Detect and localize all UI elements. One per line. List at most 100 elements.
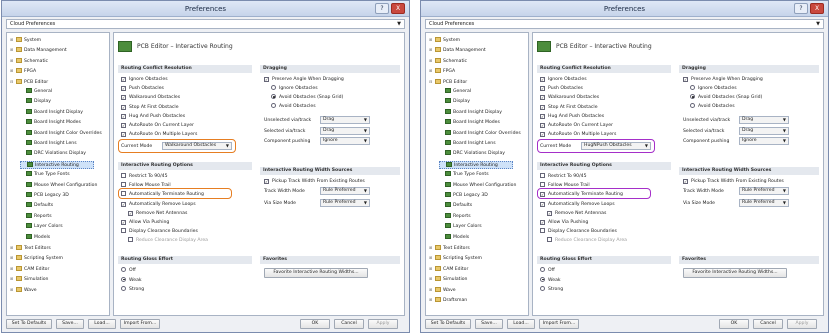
help-button[interactable]: ?: [375, 3, 389, 14]
tree-folder-item[interactable]: ⊞ Simulation: [429, 275, 467, 283]
tree-page-item[interactable]: Board Insight Modes: [439, 119, 500, 127]
checkbox-pickup-track-width-from-existing-routes[interactable]: ✓ Pickup Track Width From Existing Routes: [264, 178, 365, 185]
checkbox-unchecked-icon[interactable]: [121, 182, 126, 188]
checkbox-checked-icon[interactable]: ✓: [540, 86, 545, 92]
checkbox-autoroute-on-current-layer[interactable]: ✓ AutoRoute On Current Layer: [540, 122, 613, 129]
tree-folder-item[interactable]: ⊞ Simulation: [10, 275, 48, 283]
radio-unselected-icon[interactable]: [690, 103, 695, 109]
tree-page-item[interactable]: Models: [439, 233, 469, 242]
tree-folder-item[interactable]: ⊟ PCB Editor: [429, 78, 467, 86]
tree-page-item[interactable]: True Type Fonts: [439, 171, 489, 179]
checkbox-checked-icon[interactable]: ✓: [121, 86, 126, 92]
tree-folder-item[interactable]: ⊞ System: [10, 36, 41, 44]
tree-folder-item[interactable]: ⊞ Scripting System: [10, 254, 63, 262]
tree-page-item[interactable]: Board Insight Modes: [20, 119, 81, 127]
checkbox-checked-icon[interactable]: ✓: [121, 104, 126, 110]
checkbox-display-clearance-boundaries[interactable]: Display Clearance Boundaries: [540, 228, 617, 235]
checkbox-follow-mouse-trail[interactable]: Follow Mouse Trail: [121, 182, 171, 189]
radio-unselected-icon[interactable]: [540, 267, 545, 272]
checkbox-push-obstacles[interactable]: ✓ Push Obstacles: [121, 85, 164, 92]
tree-folder-item[interactable]: ⊞ Schematic: [10, 57, 48, 65]
checkbox-automatically-remove-loops[interactable]: ✓ Automatically Remove Loops: [540, 201, 615, 208]
favorite-widths-button[interactable]: Favorite Interactive Routing Widths...: [264, 268, 368, 278]
tree-page-item[interactable]: Display: [439, 98, 470, 106]
checkbox-remove-net-antennas[interactable]: ✓ Remove Net Antennas: [128, 210, 187, 217]
preset-select[interactable]: Cloud Preferences ▼: [6, 19, 405, 29]
checkbox-stop-at-first-obstacle[interactable]: ✓ Stop At First Obstacle: [121, 104, 179, 111]
radio-selected-icon[interactable]: [121, 276, 126, 282]
checkbox-checked-icon[interactable]: ✓: [121, 220, 126, 225]
ok-button[interactable]: OK: [719, 319, 749, 329]
tree-folder-item[interactable]: ⊞ System: [429, 36, 460, 44]
help-button[interactable]: ?: [794, 3, 808, 14]
radio-selected-icon[interactable]: [690, 94, 695, 100]
checkbox-preserve-angle-when-dragging[interactable]: ✓ Preserve Angle When Dragging: [264, 76, 344, 83]
tree-page-item[interactable]: General: [20, 88, 52, 96]
preferences-tree[interactable]: ⊞ System ⊞ Data Management ⊞ Schematic ⊞ FPGA ⊟ P…: [6, 32, 110, 316]
radio-strong[interactable]: Strong: [121, 286, 144, 293]
radio-unselected-icon[interactable]: [271, 103, 276, 109]
preset-select[interactable]: Cloud Preferences ▼: [425, 19, 824, 29]
checkbox-follow-mouse-trail[interactable]: Follow Mouse Trail: [540, 182, 590, 189]
checkbox-checked-icon[interactable]: ✓: [264, 77, 269, 82]
radio-unselected-icon[interactable]: [121, 286, 126, 291]
checkbox-autoroute-on-multiple-layers[interactable]: ✓ AutoRoute On Multiple Layers: [540, 131, 616, 138]
checkbox-checked-icon[interactable]: ✓: [128, 210, 133, 216]
tree-page-item[interactable]: PCB Legacy 3D: [20, 192, 69, 200]
tree-folder-item[interactable]: ⊟ PCB Editor: [10, 78, 48, 86]
checkbox-checked-icon[interactable]: ✓: [121, 123, 126, 128]
checkbox-checked-icon[interactable]: ✓: [540, 220, 545, 225]
close-button[interactable]: X: [391, 3, 405, 14]
tree-folder-item[interactable]: ⊞ Scripting System: [429, 254, 482, 262]
radio-weak[interactable]: Weak: [540, 276, 561, 284]
checkbox-checked-icon[interactable]: ✓: [540, 192, 545, 198]
checkbox-automatically-terminate-routing[interactable]: Automatically Terminate Routing: [121, 191, 204, 198]
tree-folder-item[interactable]: ⊞ Draftsman: [429, 296, 467, 304]
checkbox-preserve-angle-when-dragging[interactable]: ✓ Preserve Angle When Dragging: [683, 76, 763, 83]
field-select[interactable]: Drag ▼: [739, 126, 789, 135]
checkbox-checked-icon[interactable]: ✓: [540, 95, 545, 101]
apply-button[interactable]: Apply: [787, 319, 817, 329]
radio-strong[interactable]: Strong: [540, 286, 563, 293]
radio-unselected-icon[interactable]: [690, 85, 695, 90]
import-from-button[interactable]: Import From...: [539, 319, 579, 329]
tree-page-item[interactable]: Mouse Wheel Configuration: [20, 181, 97, 190]
tree-folder-item[interactable]: ⊞ CAM Editor: [10, 265, 49, 273]
checkbox-checked-icon[interactable]: ✓: [540, 123, 545, 128]
load-button[interactable]: Load...: [88, 319, 116, 329]
checkbox-stop-at-first-obstacle[interactable]: ✓ Stop At First Obstacle: [540, 104, 598, 111]
tree-page-item[interactable]: Reports: [20, 212, 52, 221]
checkbox-restrict-to-90-45[interactable]: Restrict To 90/45: [540, 173, 587, 180]
tree-page-item[interactable]: DRC Violations Display: [20, 150, 86, 158]
tree-page-item[interactable]: Mouse Wheel Configuration: [439, 181, 516, 190]
ok-button[interactable]: OK: [300, 319, 330, 329]
field-select[interactable]: Rule Preferred ▼: [739, 187, 789, 195]
checkbox-checked-icon[interactable]: ✓: [547, 210, 552, 216]
field-select[interactable]: Drag ▼: [320, 126, 370, 135]
checkbox-ignore-obstacles[interactable]: ✓ Ignore Obstacles: [121, 76, 168, 83]
tree-page-item[interactable]: Board Insight Lens: [439, 140, 496, 148]
checkbox-checked-icon[interactable]: ✓: [540, 113, 545, 119]
tree-folder-item[interactable]: ⊞ FPGA: [10, 67, 36, 75]
field-select[interactable]: Drag ▼: [320, 116, 370, 124]
field-select[interactable]: Drag ▼: [739, 116, 789, 124]
tree-folder-item[interactable]: ⊞ FPGA: [429, 67, 455, 75]
checkbox-automatically-terminate-routing[interactable]: ✓ Automatically Terminate Routing: [540, 191, 623, 198]
radio-selected-icon[interactable]: [540, 276, 545, 282]
tree-page-item[interactable]: Layer Colors: [20, 223, 63, 231]
checkbox-checked-icon[interactable]: ✓: [683, 77, 688, 82]
checkbox-checked-icon[interactable]: ✓: [683, 179, 688, 184]
tree-page-item[interactable]: Defaults: [20, 202, 53, 210]
checkbox-restrict-to-90-45[interactable]: Restrict To 90/45: [121, 173, 168, 180]
checkbox-automatically-remove-loops[interactable]: ✓ Automatically Remove Loops: [121, 201, 196, 208]
tree-folder-item[interactable]: ⊞ CAM Editor: [429, 265, 468, 273]
radio-off[interactable]: Off: [121, 267, 136, 274]
checkbox-unchecked-icon[interactable]: [121, 228, 126, 234]
radio-weak[interactable]: Weak: [121, 276, 142, 284]
checkbox-unchecked-icon[interactable]: [121, 191, 126, 197]
radio-unselected-icon[interactable]: [271, 85, 276, 90]
tree-folder-item[interactable]: ⊞ Text Editors: [10, 244, 51, 252]
checkbox-reduce-clearance-display-area[interactable]: Reduce Clearance Display Area: [547, 237, 627, 244]
checkbox-allow-via-pushing[interactable]: ✓ Allow Via Pushing: [121, 219, 169, 226]
checkbox-checked-icon[interactable]: ✓: [121, 77, 126, 82]
